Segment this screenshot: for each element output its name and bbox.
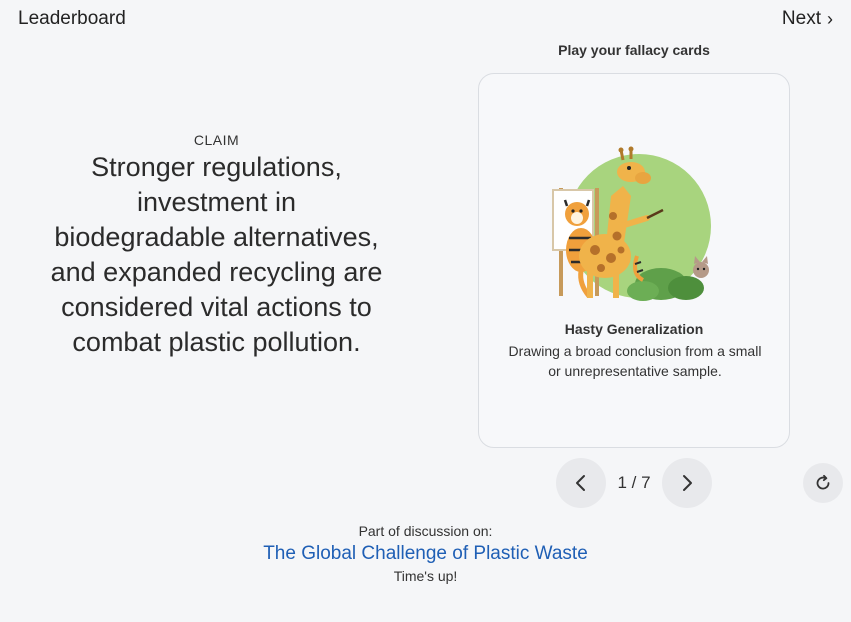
chevron-right-icon: › <box>827 9 833 29</box>
page: Leaderboard Next › CLAIM Stronger regula… <box>0 0 851 622</box>
card-counter: 1 / 7 <box>617 473 651 492</box>
chevron-left-icon <box>576 475 585 491</box>
next-card-button[interactable] <box>662 458 712 508</box>
claim-panel: CLAIM Stronger regulations, investment i… <box>50 132 383 360</box>
refresh-icon <box>816 474 830 490</box>
chevron-right-icon <box>683 475 692 491</box>
fallacy-card[interactable]: Hasty Generalization Drawing a broad con… <box>478 73 790 448</box>
discussion-label: Part of discussion on: <box>358 523 493 539</box>
timer-status: Time's up! <box>393 568 458 584</box>
discussion-link[interactable]: The Global Challenge of Plastic Waste <box>263 541 588 567</box>
leaderboard-link[interactable]: Leaderboard <box>18 8 126 30</box>
refresh-button[interactable] <box>803 463 843 503</box>
previous-card-button[interactable] <box>556 458 606 508</box>
cards-heading: Play your fallacy cards <box>558 42 710 58</box>
claim-text: Stronger regulations, investment in biod… <box>50 152 383 357</box>
giraffe-painting-tiger-illustration <box>552 146 711 301</box>
card-title: Hasty Generalization <box>564 321 704 337</box>
card-pager: 1 / 7 <box>556 458 712 508</box>
next-label: Next <box>781 8 821 29</box>
card-description: Drawing a broad conclusion from a small … <box>508 343 762 379</box>
claim-label: CLAIM <box>193 132 240 148</box>
next-button[interactable]: Next › <box>782 8 833 30</box>
footer: Part of discussion on: The Global Challe… <box>0 521 851 585</box>
